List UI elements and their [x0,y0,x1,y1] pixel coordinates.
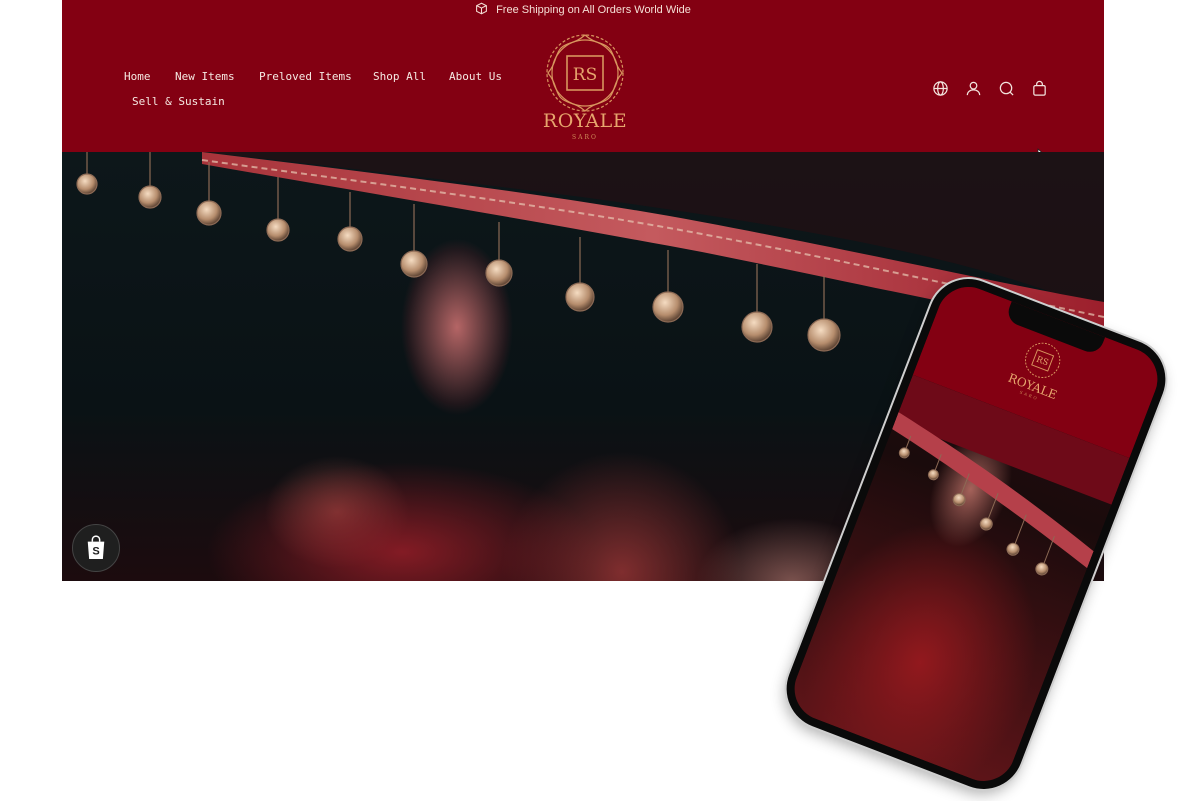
brand-name: ROYALE [542,110,628,132]
nav-item-new-items[interactable]: New Items [175,70,235,83]
announcement-bar: Free Shipping on All Orders World Wide [62,0,1104,20]
cart-icon[interactable] [1031,80,1048,97]
shopify-bag-icon: S [87,535,105,559]
account-icon[interactable] [965,80,982,97]
svg-text:RS: RS [573,65,597,85]
nav-item-about-us[interactable]: About Us [449,70,502,83]
header-icons [932,80,1048,97]
search-icon[interactable] [998,80,1015,97]
brand-logo[interactable]: RS ROYALE SARO [542,32,628,141]
box-icon [475,2,488,18]
nav-item-sell-sustain[interactable]: Sell & Sustain [132,95,225,108]
shopify-badge-button[interactable]: S [72,524,120,572]
site-header: Home New Items Preloved Items Shop All A… [62,20,1104,164]
monogram-emblem-icon: RS [546,34,624,112]
svg-text:S: S [92,545,99,557]
announcement-text: Free Shipping on All Orders World Wide [496,4,691,16]
nav-item-preloved-items[interactable]: Preloved Items [259,70,352,83]
globe-icon[interactable] [932,80,949,97]
nav-item-shop-all[interactable]: Shop All [373,70,426,83]
brand-subtitle: SARO [572,134,598,141]
nav-item-home[interactable]: Home [124,70,151,83]
